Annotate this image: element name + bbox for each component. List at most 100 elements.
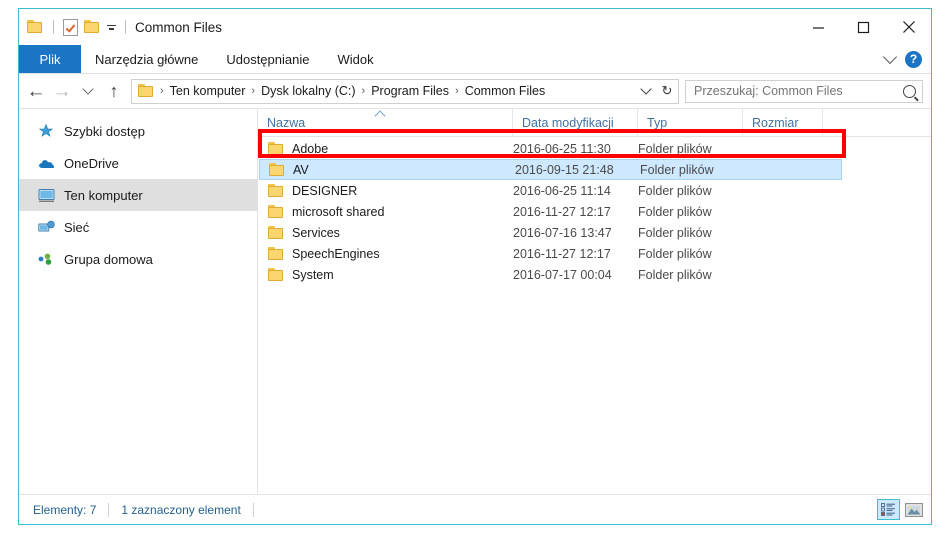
back-button[interactable]: ← <box>23 78 49 104</box>
file-type-cell: Folder plików <box>638 141 712 156</box>
qat-divider-1 <box>53 20 54 34</box>
refresh-button[interactable]: ↻ <box>656 78 679 104</box>
breadcrumb-folder-icon[interactable] <box>138 84 155 98</box>
breadcrumb: › Ten komputer › Dysk lokalny (C:) › Pro… <box>132 84 636 98</box>
file-name-label: System <box>292 267 334 282</box>
properties-icon[interactable] <box>63 18 78 36</box>
close-button[interactable] <box>886 9 931 45</box>
view-mode-buttons <box>877 499 925 520</box>
folder-icon <box>268 183 285 198</box>
network-icon <box>37 219 55 236</box>
table-row[interactable]: Services 2016-07-16 13:47 Folder plików <box>258 222 931 243</box>
homegroup-icon <box>37 251 55 268</box>
selection-count-label: 1 zaznaczony element <box>121 502 241 517</box>
sidebar-item-this-pc[interactable]: Ten komputer <box>19 179 257 211</box>
customize-qat-icon[interactable] <box>107 24 116 30</box>
table-row[interactable]: AV 2016-09-15 21:48 Folder plików <box>259 159 842 180</box>
window-title: Common Files <box>135 19 223 35</box>
search-box[interactable] <box>685 79 923 103</box>
sidebar-item-homegroup[interactable]: Grupa domowa <box>19 243 257 275</box>
file-name-cell: SpeechEngines <box>258 246 513 261</box>
column-header-date[interactable]: Data modyfikacji <box>513 109 638 136</box>
folder-icon <box>269 162 286 177</box>
search-icon[interactable] <box>903 84 916 98</box>
sidebar-item-label: Ten komputer <box>64 187 143 203</box>
explorer-body: Szybki dostęp OneDrive Ten komputer Sieć <box>19 108 931 494</box>
file-date-cell: 2016-06-25 11:14 <box>513 183 611 198</box>
status-divider-2 <box>252 502 254 517</box>
column-header-size[interactable]: Rozmiar <box>743 109 823 136</box>
folder-icon <box>268 141 285 156</box>
address-bar: ← → ↑ › Ten komputer › Dysk lokalny (C:)… <box>19 74 931 108</box>
table-row[interactable]: System 2016-07-17 00:04 Folder plików <box>258 264 931 285</box>
table-row[interactable]: Adobe 2016-06-25 11:30 Folder plików <box>258 138 931 159</box>
chevron-down-icon[interactable] <box>882 49 898 65</box>
file-name-cell: Services <box>258 225 513 240</box>
computer-icon <box>37 187 55 204</box>
chevron-down-icon <box>82 83 94 95</box>
file-rows: Adobe 2016-06-25 11:30 Folder plików AV … <box>258 137 931 494</box>
sidebar-item-label: OneDrive <box>64 155 119 171</box>
breadcrumb-bar[interactable]: › Ten komputer › Dysk lokalny (C:) › Pro… <box>131 78 657 104</box>
breadcrumb-item-0[interactable]: Ten komputer <box>167 84 249 98</box>
table-row[interactable]: microsoft shared 2016-11-27 12:17 Folder… <box>258 201 931 222</box>
file-date-cell: 2016-06-25 11:30 <box>513 141 611 156</box>
forward-button[interactable]: → <box>49 78 75 104</box>
sidebar-item-network[interactable]: Sieć <box>19 211 257 243</box>
explorer-window: Common Files Plik Narzędzia główne Udost… <box>18 8 932 525</box>
file-name-label: Adobe <box>292 141 329 156</box>
column-header-name[interactable]: Nazwa <box>258 109 513 136</box>
breadcrumb-separator-2[interactable]: › <box>359 85 369 97</box>
file-name-label: microsoft shared <box>292 204 385 219</box>
file-type-cell: Folder plików <box>638 267 712 282</box>
file-name-cell: System <box>258 267 513 282</box>
breadcrumb-separator-3[interactable]: › <box>452 85 462 97</box>
file-type-cell: Folder plików <box>638 183 712 198</box>
breadcrumb-separator-1[interactable]: › <box>248 85 258 97</box>
status-bar: Elementy: 7 1 zaznaczony element <box>19 494 931 524</box>
maximize-button[interactable] <box>841 9 886 45</box>
tab-view[interactable]: Widok <box>323 45 387 73</box>
help-icon[interactable]: ? <box>905 50 922 68</box>
folder-icon <box>268 246 285 261</box>
file-date-cell: 2016-11-27 12:17 <box>513 204 611 219</box>
table-row[interactable]: SpeechEngines 2016-11-27 12:17 Folder pl… <box>258 243 931 264</box>
quick-access-toolbar <box>19 18 129 36</box>
breadcrumb-item-2[interactable]: Program Files <box>368 84 452 98</box>
tab-share[interactable]: Udostępnianie <box>212 45 323 73</box>
breadcrumb-dropdown-button[interactable] <box>636 83 656 95</box>
file-date-cell: 2016-09-15 21:48 <box>515 162 614 177</box>
breadcrumb-separator-0[interactable]: › <box>157 85 167 97</box>
column-header-label: Nazwa <box>267 115 306 130</box>
sidebar-item-quick-access[interactable]: Szybki dostęp <box>19 115 257 147</box>
minimize-button[interactable] <box>796 9 841 45</box>
folder-icon <box>268 225 285 240</box>
search-input[interactable] <box>692 83 903 99</box>
details-view-button[interactable] <box>877 499 900 520</box>
sidebar-item-onedrive[interactable]: OneDrive <box>19 147 257 179</box>
file-type-cell: Folder plików <box>638 246 712 261</box>
column-header-type[interactable]: Typ <box>638 109 743 136</box>
breadcrumb-item-1[interactable]: Dysk lokalny (C:) <box>258 84 358 98</box>
recent-locations-button[interactable] <box>75 78 101 104</box>
file-type-cell: Folder plików <box>638 204 712 219</box>
ribbon-right-controls: ? <box>882 45 931 73</box>
folder-icon <box>268 267 285 282</box>
tab-home[interactable]: Narzędzia główne <box>81 45 212 73</box>
qat-divider-2 <box>125 20 126 34</box>
tab-file[interactable]: Plik <box>19 45 81 73</box>
folder-icon[interactable] <box>27 20 44 34</box>
sidebar-item-label: Szybki dostęp <box>64 123 145 139</box>
breadcrumb-item-3[interactable]: Common Files <box>462 84 549 98</box>
title-bar: Common Files <box>19 9 931 45</box>
window-controls <box>796 9 931 45</box>
new-folder-icon[interactable] <box>84 20 101 34</box>
file-name-cell: Adobe <box>258 141 513 156</box>
chevron-down-icon <box>640 83 652 95</box>
table-row[interactable]: DESIGNER 2016-06-25 11:14 Folder plików <box>258 180 931 201</box>
ribbon-tabs: Plik Narzędzia główne Udostępnianie Wido… <box>19 45 931 74</box>
file-name-label: Services <box>292 225 340 240</box>
up-button[interactable]: ↑ <box>101 78 127 104</box>
large-icons-view-button[interactable] <box>902 499 925 520</box>
forward-arrow-icon: → <box>52 80 72 102</box>
